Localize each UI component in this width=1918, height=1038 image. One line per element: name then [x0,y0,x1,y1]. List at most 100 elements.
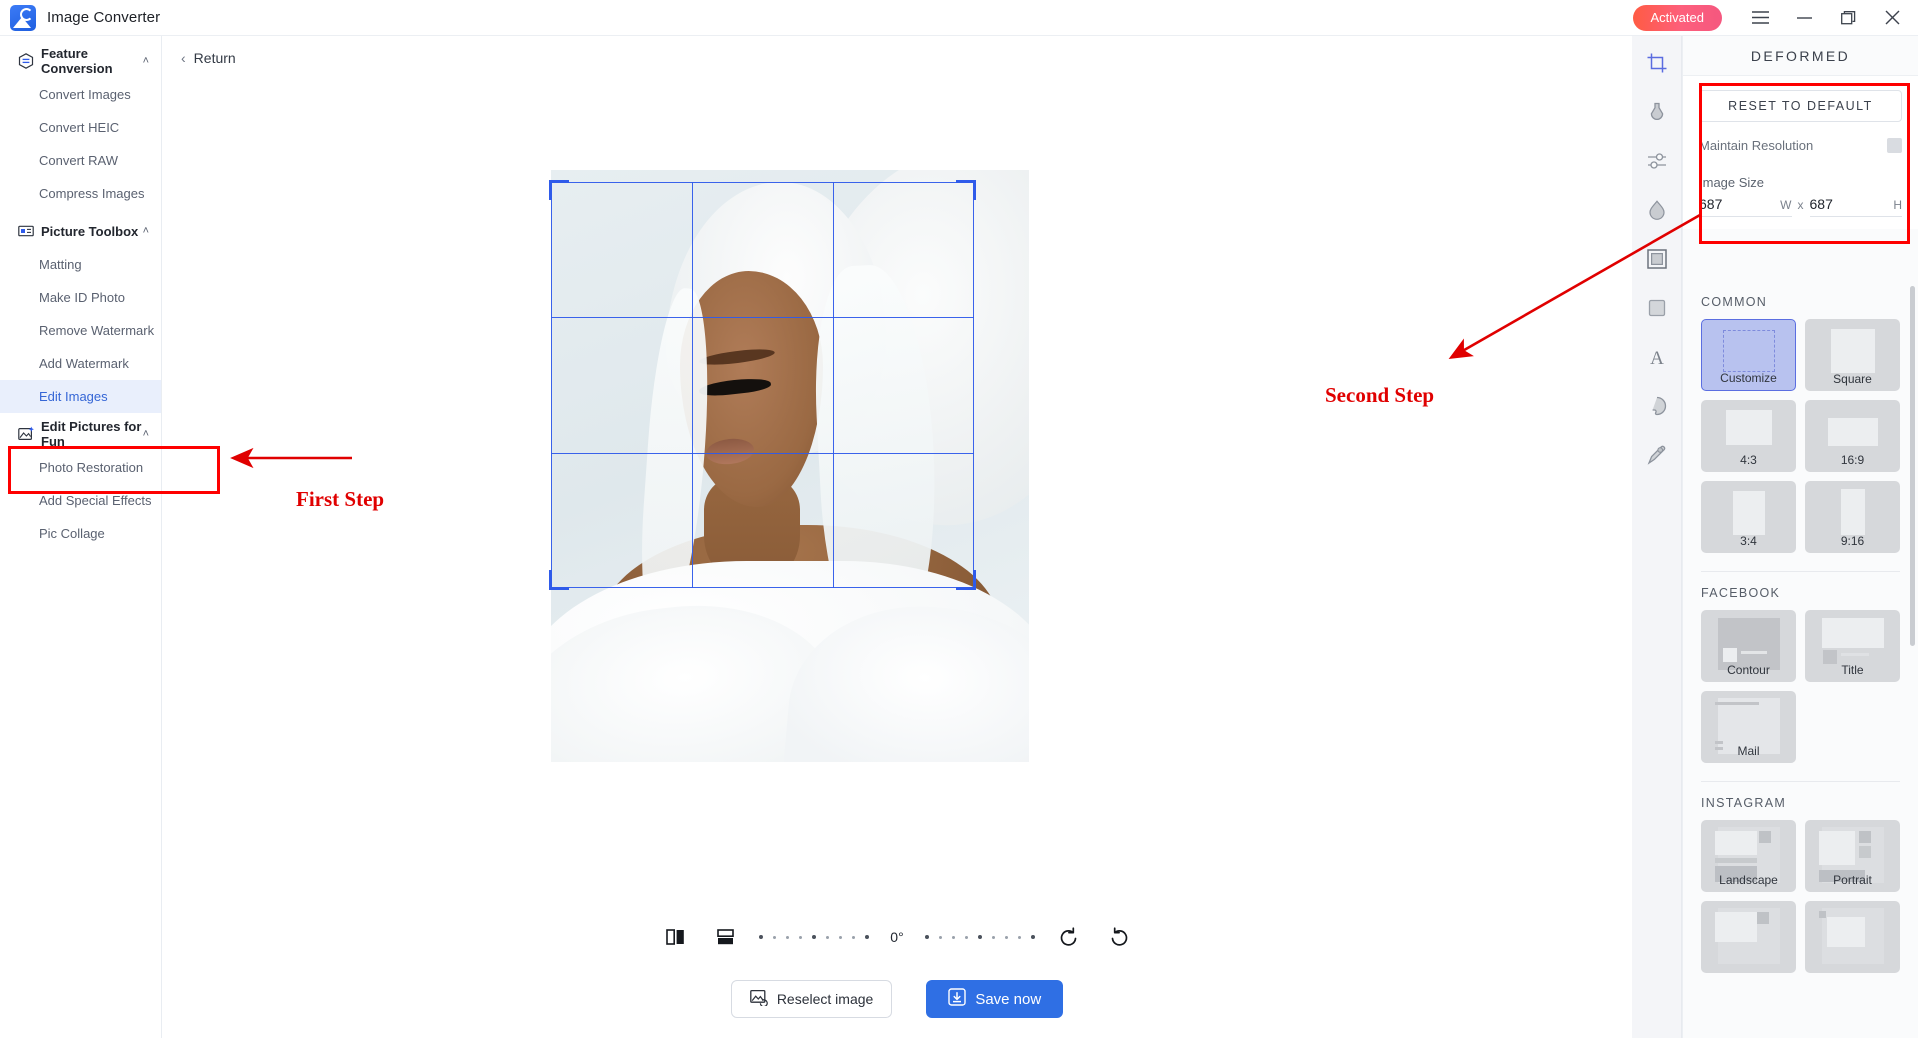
maximize-icon[interactable] [1826,0,1870,36]
preset-card-instagram-4[interactable] [1805,901,1900,973]
preset-card-customize[interactable]: Customize [1701,319,1796,391]
preset-thumb [1722,330,1775,372]
preset-card-landscape[interactable]: Landscape [1701,820,1796,892]
sidebar-item-matting[interactable]: Matting [0,248,161,281]
chevron-left-icon: ‹ [181,50,186,66]
sidebar-item-convert-raw[interactable]: Convert RAW [0,144,161,177]
preset-thumb-detail [1715,858,1757,863]
sidebar-group-label: Picture Toolbox [41,223,139,239]
rotate-left-icon[interactable] [1052,922,1086,952]
return-button[interactable]: ‹ Return [175,46,242,70]
preset-card-portrait[interactable]: Portrait [1805,820,1900,892]
crop-guide-h2 [551,452,974,454]
crop-edge-top [551,182,974,183]
preset-label: 16:9 [1840,453,1865,467]
preset-thumb-detail [1715,702,1759,705]
sidebar-item-edit-images[interactable]: Edit Images [0,380,161,413]
save-now-button[interactable]: Save now [926,980,1064,1018]
preset-thumb-detail [1715,747,1723,750]
reselect-image-button[interactable]: Reselect image [730,980,893,1018]
chevron-up-icon[interactable]: ˄ [143,428,149,440]
rotation-slider-left[interactable] [754,935,874,939]
preset-label: 4:3 [1740,453,1757,467]
preset-card-4-3[interactable]: 4:3 [1701,400,1796,472]
preset-card-mail[interactable]: Mail [1701,691,1796,763]
annotation-highlight-image-size [1699,83,1910,244]
preset-thumb-detail [1715,831,1757,855]
square-shape-icon[interactable] [1640,291,1674,325]
sidebar-item-add-watermark[interactable]: Add Watermark [0,347,161,380]
section-heading: COMMON [1701,295,1768,309]
title-bar: Image Converter Activated [0,0,1918,36]
rotation-angle-value: 0° [890,929,904,945]
text-tool-icon[interactable]: A [1640,340,1674,374]
minimize-icon[interactable] [1782,0,1826,36]
sidebar-group-label: Edit Pictures for Fun [41,419,142,449]
sidebar-group-picture-toolbox[interactable]: Picture Toolbox ˄ [0,214,161,248]
rotation-slider-right[interactable] [920,935,1040,939]
crop-edge-bottom [551,587,974,588]
preset-thumb [1821,618,1884,648]
preset-section-instagram: INSTAGRAM Landscape Portrait [1683,782,1918,975]
preset-scroll-area[interactable]: COMMON Customize Square 4:3 16:9 3:4 9:1… [1683,281,1918,1038]
rotate-right-icon[interactable] [1102,922,1136,952]
sidebar: Feature Conversion ˄ Convert Images Conv… [0,36,162,1038]
crop-icon[interactable] [1640,46,1674,80]
activated-badge[interactable]: Activated [1632,4,1722,31]
frame-border-icon[interactable] [1640,242,1674,276]
preset-thumb [1830,329,1875,373]
preset-card-3-4[interactable]: 3:4 [1701,481,1796,553]
conversion-icon [18,53,34,69]
sidebar-item-compress-images[interactable]: Compress Images [0,177,161,210]
crop-handle-bottom-left[interactable] [549,570,569,590]
close-icon[interactable] [1870,0,1914,36]
sidebar-item-convert-heic[interactable]: Convert HEIC [0,111,161,144]
main-editor: ‹ Return 0° Reselect image Save now [163,36,1631,1038]
preset-card-contour[interactable]: Contour [1701,610,1796,682]
preset-card-instagram-3[interactable] [1701,901,1796,973]
sidebar-group-label: Feature Conversion [41,46,113,76]
sidebar-item-remove-watermark[interactable]: Remove Watermark [0,314,161,347]
preset-card-square[interactable]: Square [1805,319,1900,391]
preset-thumb-detail [1741,651,1767,654]
crop-handle-top-left[interactable] [549,180,569,200]
flip-vertical-icon[interactable] [708,922,742,952]
hamburger-menu-icon[interactable] [1738,0,1782,36]
chevron-up-icon[interactable]: ˄ [143,55,149,67]
annotation-second-step: Second Step [1325,383,1435,407]
panel-scrollbar[interactable] [1910,286,1915,646]
preset-thumb-detail [1759,831,1771,843]
preset-label: Square [1833,372,1872,386]
sidebar-item-convert-images[interactable]: Convert Images [0,78,161,111]
preset-thumb-detail [1859,831,1871,843]
preset-thumb-detail [1715,912,1757,942]
preset-grid: Contour Title Mail [1701,610,1900,763]
droplet-blur-icon[interactable] [1640,193,1674,227]
preset-section-common: COMMON Customize Square 4:3 16:9 3:4 9:1… [1683,281,1918,555]
app-title: Image Converter [47,9,161,26]
sidebar-item-pic-collage[interactable]: Pic Collage [0,517,161,550]
crop-handle-bottom-right[interactable] [956,570,976,590]
flask-adjust-icon[interactable] [1640,95,1674,129]
preset-card-16-9[interactable]: 16:9 [1805,400,1900,472]
crop-guide-v2 [832,182,834,588]
sidebar-item-make-id-photo[interactable]: Make ID Photo [0,281,161,314]
levels-sliders-icon[interactable] [1640,144,1674,178]
preset-grid: Landscape Portrait [1701,820,1900,973]
chevron-up-icon[interactable]: ˄ [143,225,149,237]
image-converter-logo [10,4,36,31]
preset-label: Landscape [1719,873,1778,887]
sidebar-group-feature-conversion[interactable]: Feature Conversion ˄ [0,44,161,78]
preset-section-facebook: FACEBOOK Contour Title Mail [1683,572,1918,765]
flip-horizontal-icon[interactable] [658,922,692,952]
crop-edge-right [973,182,974,588]
crop-handle-top-right[interactable] [956,180,976,200]
signature-pen-icon[interactable] [1640,438,1674,472]
svg-text:A: A [1650,348,1664,368]
crop-overlay[interactable] [549,180,976,590]
palette-icon[interactable] [1640,389,1674,423]
preset-thumb [1827,418,1878,446]
preset-card-9-16[interactable]: 9:16 [1805,481,1900,553]
preset-card-title[interactable]: Title [1805,610,1900,682]
section-heading: INSTAGRAM [1701,796,1787,810]
